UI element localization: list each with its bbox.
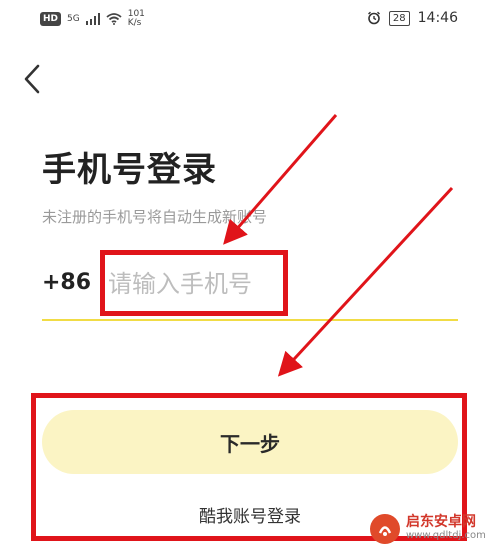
watermark-name: 启东安卓网 (406, 514, 476, 530)
wifi-icon (106, 13, 122, 25)
arrow-to-button (277, 186, 454, 377)
country-code-selector[interactable]: +86 (42, 270, 91, 295)
status-right: 28 14:46 (367, 10, 458, 26)
input-underline (42, 319, 458, 321)
network-speed: 101 K/s (128, 10, 145, 28)
clock: 14:46 (417, 10, 458, 26)
watermark-url: www.qdltdj.com (406, 530, 486, 541)
speed-unit: K/s (127, 18, 142, 28)
battery-icon: 28 (388, 10, 410, 26)
alarm-icon (367, 11, 380, 25)
status-bar: HD 5G 101 K/s 28 14:46 (0, 0, 500, 40)
hd-badge: HD (40, 12, 62, 26)
page-title: 手机号登录 (42, 151, 217, 189)
annotation-box-input (100, 250, 288, 316)
back-arrow-icon[interactable] (20, 62, 44, 96)
page-subtitle: 未注册的手机号将自动生成新账号 (42, 208, 268, 226)
watermark-logo-icon (370, 514, 400, 544)
watermark: 启东安卓网 www.qdltdj.com (370, 514, 486, 544)
status-left: HD 5G 101 K/s (40, 10, 145, 28)
signal-type: 5G (67, 14, 80, 24)
signal-bars-icon (85, 13, 100, 25)
